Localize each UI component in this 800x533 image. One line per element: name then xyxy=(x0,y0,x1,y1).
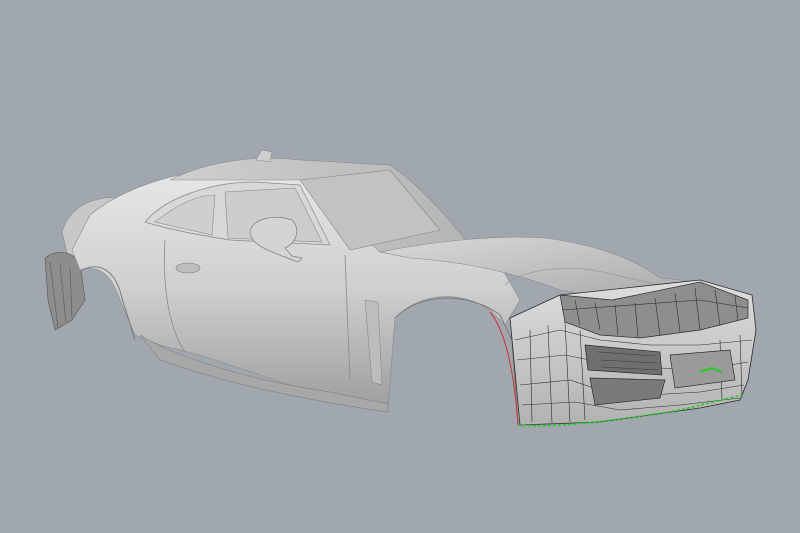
3d-modeling-viewport[interactable] xyxy=(0,0,800,533)
door-handle xyxy=(175,262,201,274)
front-bumper-wireframe[interactable] xyxy=(509,279,757,426)
car-model-canvas[interactable] xyxy=(0,0,800,533)
